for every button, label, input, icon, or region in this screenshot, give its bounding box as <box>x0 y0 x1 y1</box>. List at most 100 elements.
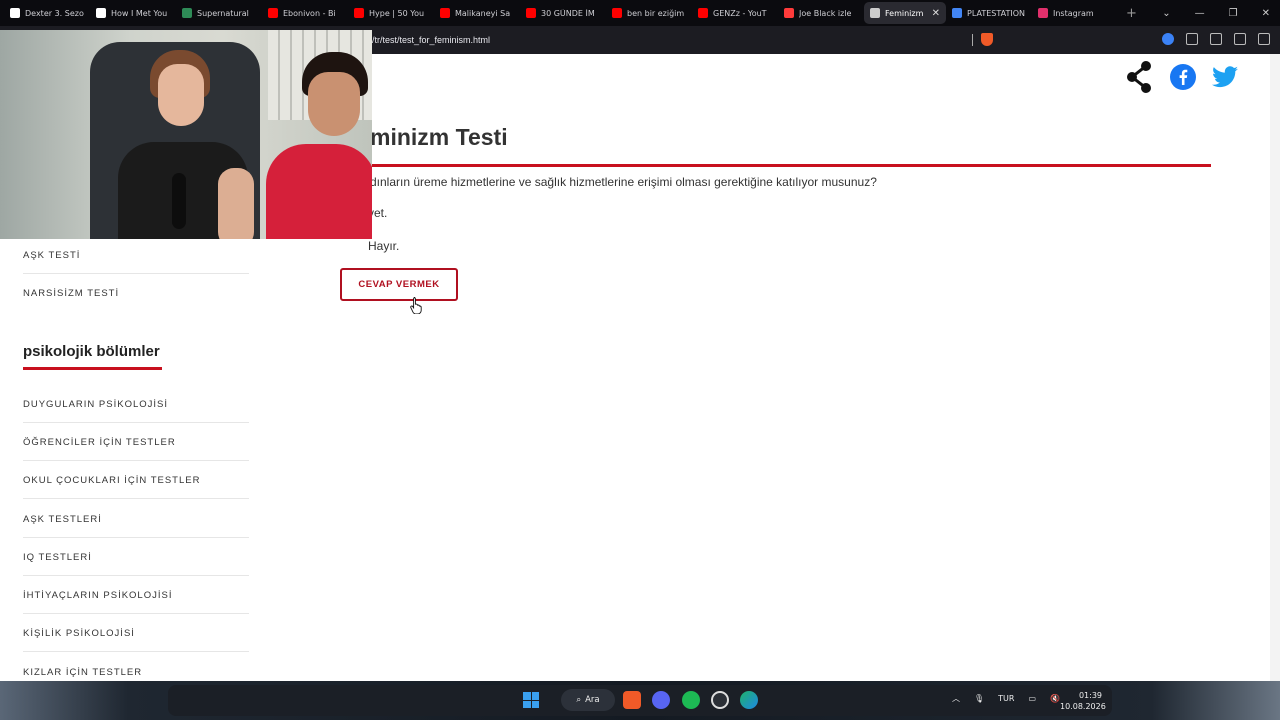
tab-title: Feminizm <box>885 8 924 18</box>
menu-icon[interactable] <box>1258 33 1270 45</box>
sidebar-heading: psikolojik bölümler <box>23 343 160 360</box>
youtube-icon <box>612 8 622 18</box>
restore-icon[interactable]: ❐ <box>1229 8 1238 19</box>
sidebar-toggle-icon[interactable] <box>1234 33 1246 45</box>
instagram-icon <box>1038 8 1048 18</box>
guest-body <box>266 144 372 239</box>
windows-taskbar: ⌕ Ara ︿ 🎙 TUR ▭ 🔇 01:39 10.08.2026 <box>0 681 1280 720</box>
submit-answer-button[interactable]: CEVAP VERMEK <box>340 268 458 301</box>
vpn-icon[interactable] <box>1162 33 1174 45</box>
youtube-icon <box>354 8 364 18</box>
page-scrollbar[interactable] <box>1270 54 1280 681</box>
tab-title: Dexter 3. Sezo <box>25 8 84 18</box>
tab-12[interactable]: Instagram <box>1032 2 1118 24</box>
close-tab-icon[interactable]: ✕ <box>932 8 940 19</box>
tab-6[interactable]: 30 GÜNDE İM <box>520 2 606 24</box>
sidebar-section-kizlar[interactable]: KIZLAR İÇİN TESTLER <box>23 667 142 678</box>
sidebar-divider <box>23 273 249 274</box>
chevron-up-icon[interactable]: ︿ <box>952 693 960 704</box>
window-controls: ⌄ — ❐ ✕ <box>1162 0 1270 26</box>
spotify-icon[interactable] <box>682 691 700 709</box>
tab-search-icon[interactable]: ⌄ <box>1162 8 1170 19</box>
extensions-icon[interactable] <box>1186 33 1198 45</box>
flag-icon <box>182 8 192 18</box>
twitter-icon[interactable] <box>1212 65 1238 89</box>
answer-option-no[interactable]: Hayır. <box>368 239 399 253</box>
guest-person <box>262 52 372 239</box>
discord-icon[interactable] <box>652 691 670 709</box>
brave-browser-icon[interactable] <box>623 691 641 709</box>
sidebar-divider <box>23 422 249 423</box>
tab-title: ben bir eziğim <box>627 8 685 18</box>
close-window-icon[interactable]: ✕ <box>1262 8 1270 19</box>
google-icon <box>952 8 962 18</box>
tab-2[interactable]: Supernatural <box>176 2 262 24</box>
display-icon[interactable]: ▭ <box>1028 694 1036 703</box>
streamer-arm <box>218 168 254 239</box>
edge-icon[interactable] <box>740 691 758 709</box>
tab-title: Malikaneyi Sa <box>455 8 511 18</box>
tab-10[interactable]: Feminizm ✕ <box>864 2 946 24</box>
microphone <box>172 173 186 229</box>
tab-4[interactable]: Hype | 50 You <box>348 2 434 24</box>
tab-title: Ebonivon - Bi <box>283 8 336 18</box>
start-icon[interactable] <box>523 692 539 708</box>
url-text[interactable]: /tr/test/test_for_feminism.html <box>372 35 490 45</box>
address-separator <box>972 34 973 46</box>
youtube-icon <box>268 8 278 18</box>
title-underline <box>340 164 1211 167</box>
clock-date: 10.08.2026 <box>1060 702 1106 711</box>
sidebar-link-ask-testi[interactable]: AŞK TESTİ <box>23 250 80 261</box>
tab-title: Supernatural <box>197 8 249 18</box>
tab-11[interactable]: PLATESTATION <box>946 2 1032 24</box>
film-icon <box>784 8 794 18</box>
sidebar-section-ihtiyaclarin[interactable]: İHTİYAÇLARIN PSİKOLOJİSİ <box>23 590 172 601</box>
sidebar-section-duygularin-psikolojisi[interactable]: DUYGULARIN PSİKOLOJİSİ <box>23 399 168 410</box>
share-icon[interactable] <box>1126 60 1154 94</box>
toolbar-icons <box>1162 33 1270 45</box>
sidebar-link-narsisizm-testi[interactable]: NARSİSİZM TESTİ <box>23 288 119 299</box>
tab-title: How I Met You <box>111 8 168 18</box>
sidebar-divider <box>23 498 249 499</box>
new-tab-icon[interactable]: + <box>1126 6 1137 21</box>
sidebar-divider <box>23 460 249 461</box>
brave-shields-icon[interactable] <box>981 33 993 46</box>
downloads-icon[interactable] <box>1210 33 1222 45</box>
sidebar-section-kisilik[interactable]: KİŞİLİK PSİKOLOJİSİ <box>23 628 135 639</box>
sidebar-section-ogrenciler[interactable]: ÖĞRENCİLER İÇİN TESTLER <box>23 437 176 448</box>
speaker-muted-icon[interactable]: 🔇 <box>1050 694 1060 703</box>
share-bar <box>1126 60 1238 94</box>
sidebar-section-iq-testleri[interactable]: IQ TESTLERİ <box>23 552 92 563</box>
tab-title: GENZz - YouT <box>713 8 767 18</box>
taskbar-search[interactable]: ⌕ Ara <box>561 689 615 711</box>
tab-title: PLATESTATION <box>967 8 1025 18</box>
tab-title: Joe Black izle <box>799 8 852 18</box>
tab-5[interactable]: Malikaneyi Sa <box>434 2 520 24</box>
steam-icon[interactable] <box>711 691 729 709</box>
browser-tab-strip: Dexter 3. Sezo How I Met You Supernatural E… <box>0 0 1280 26</box>
sidebar-divider <box>23 537 249 538</box>
webcam-overlay <box>0 30 372 239</box>
sidebar-divider <box>23 651 249 652</box>
sidebar-section-okul-cocuklari[interactable]: OKUL ÇOCUKLARI İÇİN TESTLER <box>23 475 200 486</box>
psi-icon <box>870 8 880 18</box>
facebook-icon[interactable] <box>1170 64 1196 90</box>
taskbar-clock[interactable]: 01:39 10.08.2026 <box>1060 690 1106 712</box>
minimize-icon[interactable]: — <box>1195 8 1205 19</box>
microphone-icon[interactable]: 🎙 <box>974 694 984 703</box>
language-indicator[interactable]: TUR <box>998 694 1014 703</box>
tab-8[interactable]: GENZz - YouT <box>692 2 778 24</box>
search-icon: ⌕ <box>576 695 582 705</box>
dizi-icon <box>96 8 106 18</box>
tab-7[interactable]: ben bir eziğim <box>606 2 692 24</box>
youtube-icon <box>526 8 536 18</box>
tab-0[interactable]: Dexter 3. Sezo <box>4 2 90 24</box>
hand-cursor-icon <box>410 297 422 314</box>
tab-title: 30 GÜNDE İM <box>541 8 595 18</box>
sidebar-section-ask-testleri[interactable]: AŞK TESTLERİ <box>23 514 102 525</box>
tab-9[interactable]: Joe Black izle <box>778 2 864 24</box>
clock-time: 01:39 <box>1078 691 1102 700</box>
tab-3[interactable]: Ebonivon - Bi <box>262 2 348 24</box>
sidebar-divider <box>23 613 249 614</box>
tab-1[interactable]: How I Met You <box>90 2 176 24</box>
